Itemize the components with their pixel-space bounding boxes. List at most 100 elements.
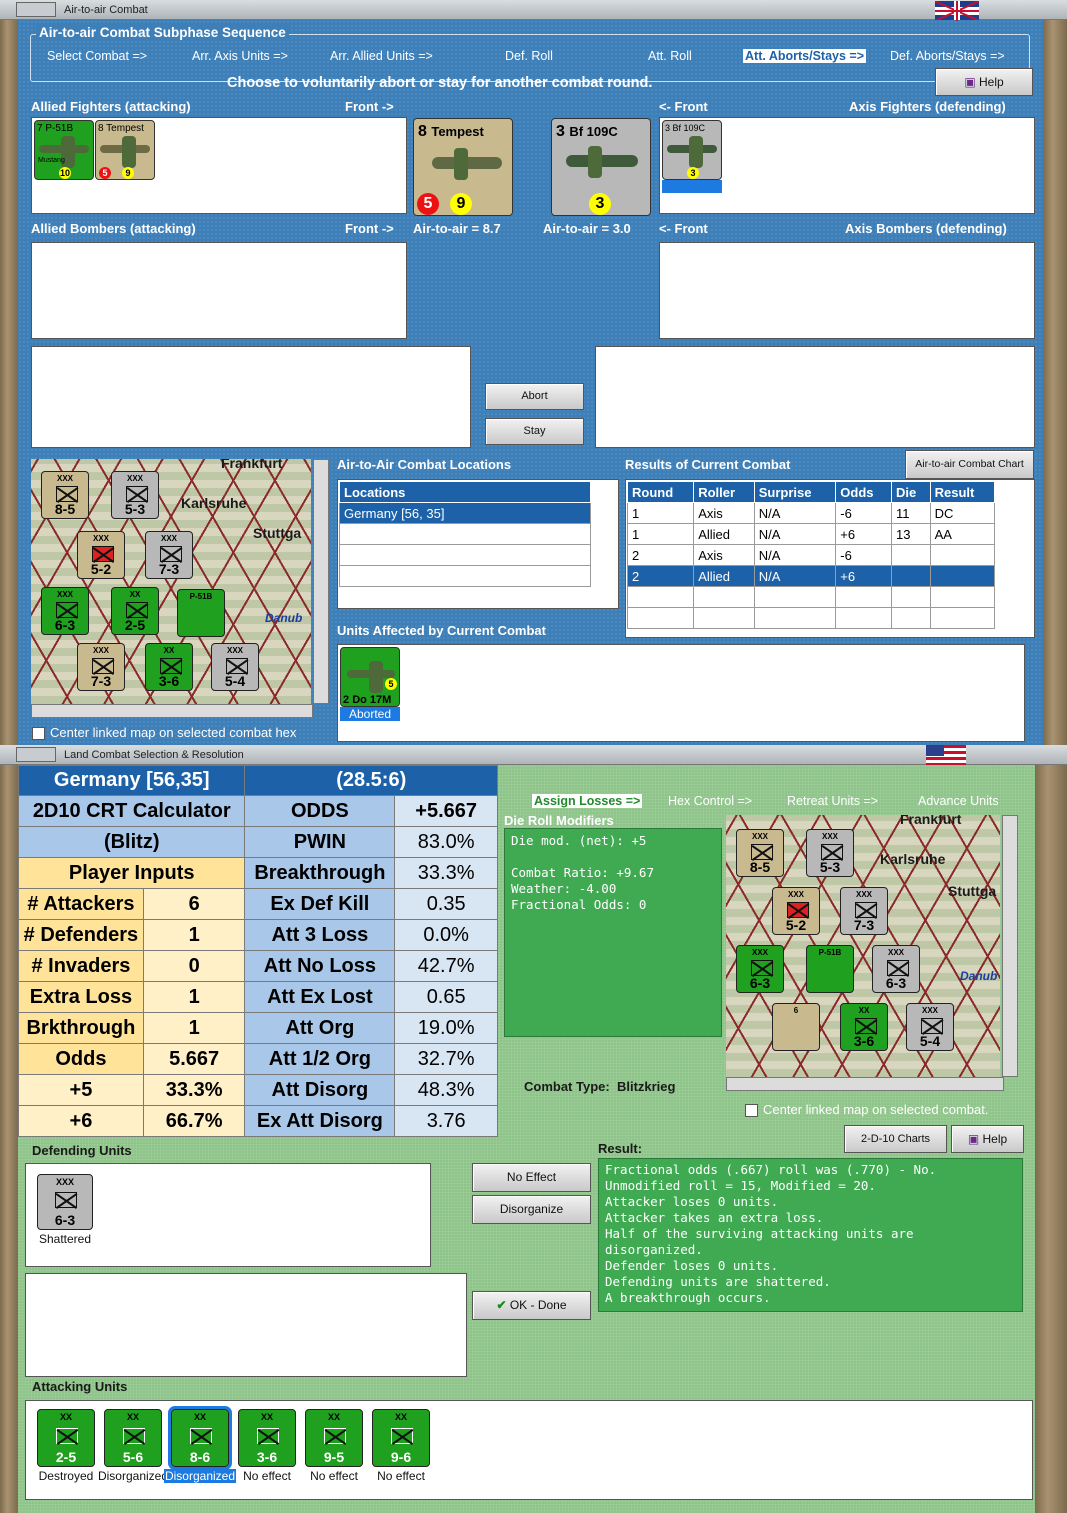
tab-hex-control[interactable]: Hex Control => — [668, 794, 752, 808]
center-map-checkbox[interactable] — [32, 727, 45, 740]
charts-button[interactable]: 2-D-10 Charts — [844, 1125, 947, 1153]
seq-att-roll[interactable]: Att. Roll — [648, 49, 692, 63]
attacking-units-box[interactable]: XX 2-5 Destroyed XX 5-6 Disorganized XX 8-6 Diso… — [25, 1400, 1033, 1500]
defending-units-box[interactable]: XXX 6-3 Shattered — [25, 1163, 431, 1267]
allied-escort-box[interactable] — [31, 346, 471, 448]
seq-def-roll[interactable]: Def. Roll — [505, 49, 553, 63]
results-table: Round Roller Surprise Odds Die Result 1 Axis N/… — [626, 481, 996, 629]
axis-fighters-box[interactable]: 3 Bf 109C 3 — [659, 117, 1035, 214]
map-vscroll[interactable] — [313, 459, 329, 704]
air-combat-chart-button[interactable]: Air-to-air Combat Chart — [905, 450, 1034, 479]
map-hscroll[interactable] — [31, 704, 313, 718]
crt-input-value[interactable]: 33.3% — [142, 1074, 246, 1106]
map-unit[interactable]: XXX 6-3 — [41, 587, 89, 635]
crt-stat-label: Att Ex Lost — [244, 981, 396, 1013]
map-unit[interactable]: XXX 5-3 — [806, 829, 854, 877]
map-unit[interactable]: XXX 8-5 — [736, 829, 784, 877]
seq-arr-axis[interactable]: Arr. Axis Units => — [192, 49, 288, 63]
defending-unit[interactable]: XXX 6-3 — [37, 1174, 93, 1230]
crt-input-value[interactable]: 0 — [142, 950, 246, 982]
center-map-checkbox-2[interactable] — [745, 1104, 758, 1117]
results-header[interactable]: Roller — [693, 481, 755, 503]
losses-box[interactable] — [25, 1273, 467, 1377]
map-unit[interactable]: XXX 5-3 — [111, 471, 159, 519]
map-vscroll-2[interactable] — [1002, 815, 1018, 1077]
bf109-counter[interactable]: 3 Bf 109C 3 — [662, 120, 722, 180]
crt-input-value[interactable]: 66.7% — [142, 1105, 246, 1137]
seq-select-combat[interactable]: Select Combat => — [47, 49, 147, 63]
bf109-large-counter[interactable]: 3 Bf 109C 3 — [551, 118, 651, 216]
location-row[interactable]: Germany [56, 35] — [339, 502, 591, 524]
locations-list[interactable]: Locations Germany [56, 35] — [337, 479, 619, 609]
abort-button[interactable]: Abort — [485, 383, 584, 410]
map-unit[interactable]: P-51B — [177, 589, 225, 637]
allied-bombers-box[interactable] — [31, 242, 407, 339]
tab-retreat-units[interactable]: Retreat Units => — [787, 794, 878, 808]
map-unit[interactable]: XX 3-6 — [840, 1003, 888, 1051]
map-unit[interactable]: XXX 5-4 — [211, 643, 259, 691]
map-unit[interactable]: XXX 7-3 — [77, 643, 125, 691]
results-header[interactable]: Odds — [835, 481, 893, 503]
help-button[interactable]: ▣ Help — [935, 68, 1033, 96]
system-menu-button[interactable] — [16, 2, 56, 17]
map-unit[interactable]: XX 3-6 — [145, 643, 193, 691]
map-unit[interactable]: XXX 7-3 — [145, 531, 193, 579]
p51-counter[interactable]: 7 P-51B Mustang 10 — [34, 120, 94, 180]
results-header[interactable]: Round — [626, 481, 695, 503]
result-line: Attacker loses 0 units. — [605, 1194, 779, 1209]
tempest-counter[interactable]: 8 Tempest 5 9 — [95, 120, 155, 180]
results-cell: 1 — [626, 523, 695, 545]
map-unit[interactable]: XXX 5-2 — [772, 887, 820, 935]
disorganize-button[interactable]: Disorganize — [472, 1195, 591, 1224]
results-row[interactable]: 2 Axis N/A -6 — [626, 544, 996, 566]
do17m-counter[interactable]: 5 2 Do 17M — [340, 647, 400, 707]
affected-units-box[interactable]: 5 2 Do 17M Aborted — [337, 644, 1025, 742]
map-unit[interactable]: 6 — [772, 1003, 820, 1051]
attacking-unit-value: 3-6 — [256, 1449, 278, 1465]
help-button-2[interactable]: ▣ Help — [951, 1125, 1024, 1153]
ok-done-button[interactable]: ✔ OK - Done — [472, 1291, 591, 1320]
system-menu-button-2[interactable] — [16, 747, 56, 762]
crt-input-value[interactable]: 1 — [142, 919, 246, 951]
crt-input-value[interactable]: 6 — [142, 888, 246, 920]
results-header[interactable]: Die — [891, 481, 931, 503]
seq-att-aborts[interactable]: Att. Aborts/Stays => — [743, 49, 867, 63]
no-effect-button[interactable]: No Effect — [472, 1163, 591, 1192]
axis-escort-box[interactable] — [595, 346, 1035, 448]
tab-assign-losses[interactable]: Assign Losses => — [532, 794, 643, 808]
map-unit[interactable]: XXX 6-3 — [872, 945, 920, 993]
results-row[interactable]: 1 Axis N/A -6 11 DC — [626, 502, 996, 524]
map-hscroll-2[interactable] — [726, 1077, 1004, 1091]
map-unit[interactable]: XXX 7-3 — [840, 887, 888, 935]
top-window-titlebar[interactable]: Air-to-air Combat — [0, 0, 1067, 20]
axis-bombers-box[interactable] — [659, 242, 1035, 339]
crt-stat-label: Ex Att Disorg — [244, 1105, 396, 1137]
linked-map-bottom[interactable]: Frankfurt Karlsruhe Stuttga Danub XXX 8-5… — [726, 815, 1000, 1077]
linked-map-top[interactable]: Frankfurt Karlsruhe Stuttga Danub XXX 8-5… — [31, 459, 311, 704]
map-unit[interactable]: XXX 8-5 — [41, 471, 89, 519]
crt-input-value[interactable]: 1 — [142, 1012, 246, 1044]
results-table-box[interactable]: Round Roller Surprise Odds Die Result 1 Axis N/… — [625, 479, 1035, 638]
allied-fighters-box[interactable]: 7 P-51B Mustang 10 8 Tempest 5 9 — [31, 117, 407, 214]
bottom-window-titlebar[interactable]: Land Combat Selection & Resolution — [0, 745, 1067, 765]
map-unit[interactable]: XXX 5-2 — [77, 531, 125, 579]
attacking-unit-value: 9-6 — [390, 1449, 412, 1465]
map-unit[interactable]: XXX 5-4 — [906, 1003, 954, 1051]
crt-input-value[interactable]: 1 — [142, 981, 246, 1013]
results-cell: -6 — [835, 544, 893, 566]
map-unit[interactable]: XX 2-5 — [111, 587, 159, 635]
tempest-large-counter[interactable]: 8 Tempest 5 9 — [413, 118, 513, 216]
results-row[interactable]: 2 Allied N/A +6 — [626, 565, 996, 587]
map-unit[interactable]: XXX 6-3 — [736, 945, 784, 993]
results-header[interactable]: Surprise — [753, 481, 837, 503]
results-header[interactable]: Result — [929, 481, 996, 503]
crt-input-value[interactable]: 5.667 — [142, 1043, 246, 1075]
seq-arr-allied[interactable]: Arr. Allied Units => — [330, 49, 433, 63]
results-row[interactable]: 1 Allied N/A +6 13 AA — [626, 523, 996, 545]
seq-def-aborts[interactable]: Def. Aborts/Stays => — [890, 49, 1005, 63]
tab-advance-units[interactable]: Advance Units — [918, 794, 999, 808]
map-unit[interactable]: P-51B — [806, 945, 854, 993]
stay-button[interactable]: Stay — [485, 418, 584, 445]
results-cell: Allied — [693, 565, 755, 587]
locations-title: Air-to-Air Combat Locations — [337, 457, 512, 472]
